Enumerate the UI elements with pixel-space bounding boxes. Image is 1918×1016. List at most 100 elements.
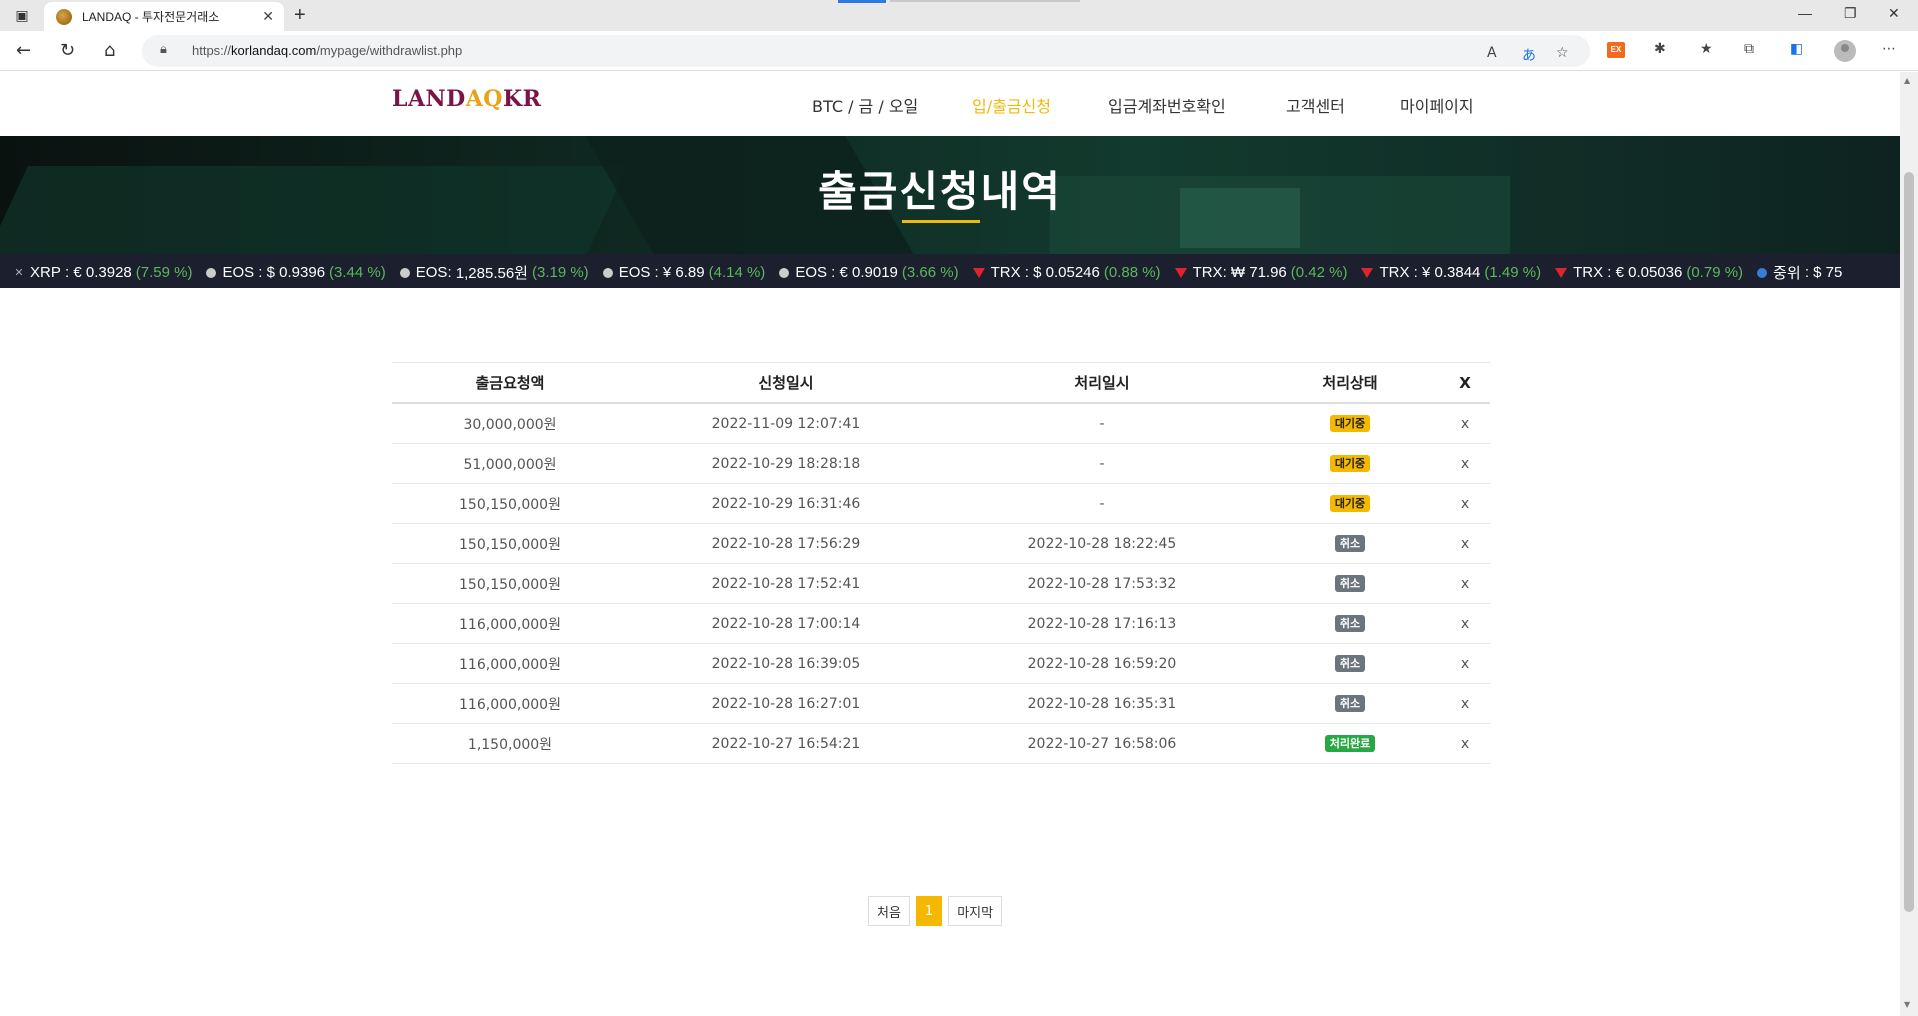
- browser-tab[interactable]: LANDAQ - 투자전문거래소 ✕: [44, 2, 284, 31]
- delete-button[interactable]: x: [1461, 616, 1469, 632]
- page-current-button[interactable]: 1: [915, 896, 943, 926]
- favorite-star-icon[interactable]: ☆: [1556, 45, 1569, 61]
- ticker-change: (3.19 %): [531, 264, 589, 281]
- status-badge: 대기중: [1329, 415, 1371, 432]
- processed-at-cell: -: [1099, 455, 1105, 472]
- site-logo[interactable]: LANDAQKR: [392, 86, 541, 112]
- ticker-symbol: TRX: [990, 264, 1021, 281]
- url-input[interactable]: 🔒︎ https://korlandaq.com/mypage/withdraw…: [142, 35, 1590, 67]
- status-badge: 취소: [1334, 615, 1366, 632]
- header-amount: 출금요청액: [475, 374, 545, 392]
- status-badge: 취소: [1334, 535, 1366, 552]
- pagination: 처음 1 마지막: [868, 896, 1008, 926]
- minimize-icon[interactable]: —: [1798, 5, 1812, 21]
- scroll-down-icon[interactable]: ▼: [1904, 1000, 1910, 1009]
- edge-bar-icon[interactable]: ◧: [1790, 41, 1803, 57]
- delete-button[interactable]: x: [1461, 536, 1469, 552]
- ticker-item: TRX : $ 0.05246 (0.88 %): [972, 262, 1161, 283]
- amount-cell: 150,150,000원: [459, 576, 561, 593]
- status-cell: 취소: [1260, 604, 1440, 643]
- page-first-button[interactable]: 처음: [868, 896, 910, 926]
- page-title: 출금신청내역: [818, 167, 1062, 216]
- new-tab-icon[interactable]: +: [294, 4, 306, 27]
- amount-cell: 150,150,000원: [459, 536, 561, 553]
- menu-deposit-withdraw[interactable]: 입/출금신청: [972, 93, 1051, 117]
- processed-at-cell: 2022-10-28 18:22:45: [1027, 535, 1177, 552]
- processed-at-cell: 2022-10-27 16:58:06: [1027, 735, 1177, 752]
- eos-coin-icon: [399, 267, 410, 278]
- title-underline: [902, 220, 980, 223]
- menu-btc-gold-oil[interactable]: BTC / 금 / 오일: [812, 93, 918, 117]
- delete-button[interactable]: x: [1461, 576, 1469, 592]
- page-last-button[interactable]: 마지막: [948, 896, 1003, 926]
- extensions-icon[interactable]: ✱: [1654, 41, 1666, 57]
- requested-at-cell: 2022-11-09 12:07:41: [711, 415, 861, 432]
- scroll-up-icon[interactable]: ▲: [1904, 76, 1910, 85]
- ticker-price: 1,285.56원: [455, 265, 528, 282]
- ticker-separator: :: [1020, 264, 1034, 281]
- tab-close-icon[interactable]: ✕: [262, 8, 274, 25]
- delete-cell: x: [1440, 484, 1490, 523]
- back-icon[interactable]: ←: [16, 40, 31, 61]
- requested-at-cell: 2022-10-29 18:28:18: [711, 455, 861, 472]
- page-scrollbar[interactable]: ▲ ▼: [1900, 72, 1918, 1016]
- window-close-icon[interactable]: ✕: [1888, 5, 1900, 22]
- ticker-separator: :: [447, 264, 456, 281]
- scroll-thumb[interactable]: [1904, 172, 1914, 912]
- collections-icon[interactable]: ⧉: [1744, 41, 1754, 57]
- delete-button[interactable]: x: [1461, 696, 1469, 712]
- menu-my-page[interactable]: 마이페이지: [1400, 93, 1474, 117]
- ticker-item: EOS : € 0.9019 (3.66 %): [779, 262, 959, 283]
- amount-cell: 30,000,000원: [463, 416, 557, 433]
- status-badge: 대기중: [1329, 455, 1371, 472]
- profile-avatar[interactable]: [1834, 40, 1856, 62]
- amount-cell: 150,150,000원: [459, 496, 561, 513]
- table-row: 150,150,000원 2022-10-28 17:56:29 2022-10-2…: [392, 524, 1490, 564]
- status-cell: 취소: [1260, 524, 1440, 563]
- status-cell: 대기중: [1260, 484, 1440, 523]
- table-row: 116,000,000원 2022-10-28 16:27:01 2022-10-2…: [392, 684, 1490, 724]
- table-header-row: 출금요청액 신청일시 처리일시 처리상태 X: [392, 362, 1490, 404]
- delete-button[interactable]: x: [1461, 736, 1469, 752]
- ticker-price: ₩ 71.96: [1230, 264, 1287, 281]
- ticker-item: TRX: ₩ 71.96 (0.42 %): [1174, 262, 1347, 283]
- translate-icon[interactable]: あ: [1522, 45, 1536, 65]
- eos-coin-icon: [779, 267, 790, 278]
- site-header: LANDAQKR BTC / 금 / 오일 입/출금신청 입금계좌번호확인 고객…: [0, 72, 1900, 136]
- home-icon[interactable]: ⌂: [104, 40, 115, 61]
- ticker-price: $ 0.05246: [1033, 264, 1100, 281]
- ticker-separator: :: [254, 264, 267, 281]
- more-menu-icon[interactable]: ⋯: [1882, 41, 1896, 57]
- extension-ex-icon[interactable]: EX: [1607, 42, 1625, 58]
- tab-actions-icon[interactable]: ▣: [8, 6, 36, 26]
- table-body: 30,000,000원 2022-11-09 12:07:41- 대기중 x 51,00…: [392, 404, 1490, 764]
- processed-at-cell: 2022-10-28 17:53:32: [1027, 575, 1177, 592]
- trx-coin-icon: [1361, 267, 1374, 278]
- menu-customer-center[interactable]: 고객센터: [1286, 93, 1345, 117]
- ticker-price: € 0.3928: [73, 264, 132, 281]
- header-requested-at: 신청일시: [758, 374, 814, 392]
- ticker-price: ¥ 0.3844: [1422, 264, 1481, 281]
- favorites-icon[interactable]: ★: [1700, 41, 1713, 57]
- delete-cell: x: [1440, 564, 1490, 603]
- delete-cell: x: [1440, 444, 1490, 483]
- browser-address-bar: ← ↻ ⌂ 🔒︎ https://korlandaq.com/mypage/wi…: [0, 31, 1918, 71]
- delete-cell: x: [1440, 524, 1490, 563]
- delete-button[interactable]: x: [1461, 456, 1469, 472]
- ticker-item: 중위 : $ 75: [1757, 262, 1842, 283]
- header-status: 처리상태: [1322, 374, 1378, 392]
- delete-button[interactable]: x: [1461, 656, 1469, 672]
- requested-at-cell: 2022-10-29 16:31:46: [711, 495, 861, 512]
- delete-button[interactable]: x: [1461, 496, 1469, 512]
- ticker-price: € 0.05036: [1615, 264, 1683, 281]
- table-row: 51,000,000원 2022-10-29 18:28:18 - 대기중 x: [392, 444, 1490, 484]
- table-row: 116,000,000원 2022-10-28 17:00:14 2022-10-2…: [392, 604, 1490, 644]
- menu-account-number[interactable]: 입금계좌번호확인: [1108, 93, 1226, 117]
- refresh-icon[interactable]: ↻: [60, 40, 75, 61]
- read-aloud-icon[interactable]: A: [1487, 45, 1497, 61]
- ticker-change: (1.49 %): [1484, 264, 1542, 281]
- ticker-change: (0.79 %): [1686, 264, 1744, 281]
- delete-button[interactable]: x: [1461, 416, 1469, 432]
- restore-icon[interactable]: ❐: [1844, 5, 1857, 22]
- ticker-track: ✕ XRP : € 0.3928 (7.59 %) EOS : $ 0.9396 (3.…: [14, 262, 1856, 283]
